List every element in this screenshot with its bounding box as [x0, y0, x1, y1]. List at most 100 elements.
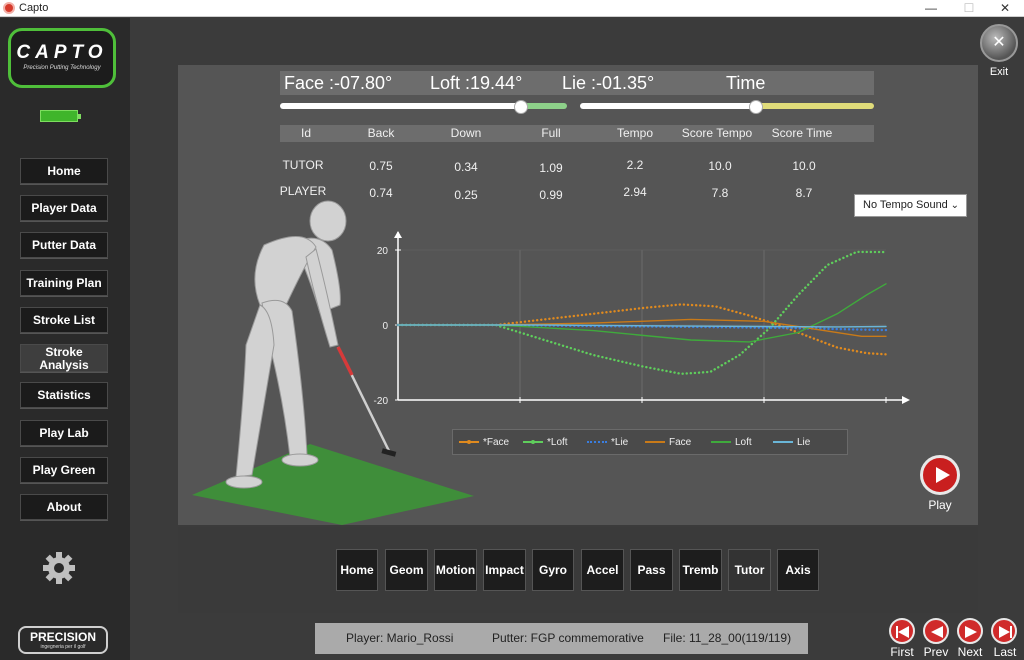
table-cell: 10.0 — [708, 159, 732, 173]
sidebar-item-play-green[interactable]: Play Green — [20, 457, 108, 483]
next-button[interactable] — [957, 618, 983, 644]
table-cell: 2.2 — [626, 158, 644, 172]
legend-label: *Lie — [611, 437, 629, 448]
arrow-left-icon — [931, 626, 943, 638]
maximize-button[interactable]: ☐ — [950, 0, 988, 17]
tempo-sound-select[interactable]: No Tempo Sound ⌄ — [854, 194, 967, 217]
last-button[interactable] — [991, 618, 1017, 644]
legend-label: *Face — [483, 437, 510, 448]
precision-logo-title: PRECISION — [29, 630, 96, 644]
capto-app: Capto — ☐ ✕ CAPTO Precision Putting Tech… — [0, 0, 1024, 660]
minimize-button[interactable]: — — [912, 0, 950, 17]
exit-button[interactable]: ✕ — [980, 24, 1018, 62]
window-titlebar: Capto — ☐ ✕ — [0, 0, 1024, 17]
column-header: Tempo — [616, 126, 654, 140]
column-header: Score Time — [771, 126, 833, 140]
legend-item: Lie — [773, 437, 810, 449]
table-cell: 8.7 — [795, 186, 813, 200]
skip-forward-icon — [999, 626, 1012, 638]
stroke-chart: 20 0 -20 — [374, 231, 910, 407]
precision-logo: PRECISION ingegneria per il golf — [18, 626, 108, 654]
stroke-analysis-panel: Face :-07.80° Loft :19.44° Lie :-01.35° … — [178, 65, 978, 525]
play-label: Play — [928, 498, 952, 512]
last-label: Last — [993, 645, 1017, 659]
chevron-down-icon: ⌄ — [950, 200, 959, 211]
tab-motion[interactable]: Motion — [434, 549, 477, 591]
tab-tutor[interactable]: Tutor — [728, 549, 771, 591]
tab-accel[interactable]: Accel — [581, 549, 624, 591]
table-cell: 7.8 — [711, 186, 729, 200]
battery-icon — [40, 110, 81, 122]
status-file: File: 11_28_00(119/119) — [663, 631, 792, 645]
gear-icon[interactable] — [41, 550, 77, 586]
table-cell: 2.94 — [623, 185, 647, 199]
table-cell: 1.09 — [539, 161, 563, 175]
first-label: First — [890, 645, 914, 659]
legend-item: *Face — [459, 437, 509, 449]
legend-label: Lie — [797, 437, 811, 448]
sidebar-item-stroke-list[interactable]: Stroke List — [20, 307, 108, 333]
sidebar-item-putter-data[interactable]: Putter Data — [20, 232, 108, 258]
table-header: Id Back Down Full Tempo Score Tempo Scor… — [280, 125, 874, 142]
app-icon — [3, 2, 15, 14]
sidebar: CAPTO Precision Putting Technology Home … — [0, 18, 130, 660]
y-tick-label: 20 — [377, 246, 389, 257]
legend-item: Face — [645, 437, 691, 449]
legend-item: *Lie — [587, 437, 628, 449]
table-cell: TUTOR — [282, 158, 324, 172]
tab-home[interactable]: Home — [336, 549, 378, 591]
table-cell: 0.75 — [369, 159, 393, 173]
time-readout: Time — [726, 73, 766, 93]
legend-item: *Loft — [523, 437, 568, 449]
prev-label: Prev — [923, 645, 949, 659]
column-header: Back — [367, 126, 395, 140]
sidebar-item-training-plan[interactable]: Training Plan — [20, 270, 108, 296]
column-header: Full — [541, 126, 561, 140]
x-axis-arrow — [902, 396, 910, 404]
legend-item: Loft — [711, 437, 752, 449]
tab-axis[interactable]: Axis — [777, 549, 819, 591]
capto-logo: CAPTO Precision Putting Technology — [8, 28, 116, 88]
legend-label: Face — [669, 437, 692, 448]
prev-button[interactable] — [923, 618, 949, 644]
status-bar: Player: Mario_Rossi Putter: FGP commemor… — [315, 623, 808, 654]
logo-title: CAPTO — [16, 42, 108, 63]
status-player: Player: Mario_Rossi — [346, 631, 454, 645]
lie-readout: Lie :-01.35° — [562, 73, 655, 93]
status-putter: Putter: FGP commemorative — [492, 631, 644, 645]
tab-tremb[interactable]: Tremb — [679, 549, 722, 591]
play-button[interactable] — [920, 455, 960, 495]
tab-geom[interactable]: Geom — [385, 549, 428, 591]
angle-readout: Face :-07.80° Loft :19.44° Lie :-01.35° … — [280, 71, 874, 95]
legend-label: *Loft — [547, 437, 568, 448]
table-cell: 10.0 — [792, 159, 816, 173]
chart-legend: *Face *Loft *Lie Face Loft Lie — [452, 429, 848, 455]
y-tick-label: -20 — [374, 396, 389, 407]
column-header: Score Tempo — [681, 126, 753, 140]
y-axis-arrow — [394, 231, 402, 238]
time-slider-handle[interactable] — [749, 100, 764, 114]
arrow-right-icon — [965, 626, 977, 638]
exit-icon: ✕ — [992, 34, 1006, 51]
face-readout: Face :-07.80° — [284, 73, 393, 93]
sidebar-item-about[interactable]: About — [20, 494, 108, 520]
view-tabbar: Home Geom Motion Impact Gyro Accel Pass … — [178, 527, 978, 613]
tab-gyro[interactable]: Gyro — [532, 549, 574, 591]
next-label: Next — [957, 645, 983, 659]
time-slider-track[interactable] — [580, 103, 874, 109]
sidebar-item-player-data[interactable]: Player Data — [20, 195, 108, 221]
tab-pass[interactable]: Pass — [630, 549, 673, 591]
table-cell: 0.34 — [454, 160, 478, 174]
tab-impact[interactable]: Impact — [483, 549, 526, 591]
precision-logo-subtitle: ingegneria per il golf — [40, 644, 86, 650]
table-cell: 0.99 — [539, 188, 563, 202]
close-button[interactable]: ✕ — [986, 0, 1024, 17]
sidebar-item-play-lab[interactable]: Play Lab — [20, 420, 108, 446]
tempo-sound-value: No Tempo Sound — [863, 199, 948, 211]
window-title: Capto — [19, 2, 49, 14]
face-slider-handle[interactable] — [514, 100, 529, 114]
sidebar-item-home[interactable]: Home — [20, 158, 108, 184]
sidebar-item-statistics[interactable]: Statistics — [20, 382, 108, 408]
first-button[interactable] — [889, 618, 915, 644]
sidebar-item-stroke-analysis[interactable]: Stroke Analysis — [20, 344, 108, 372]
